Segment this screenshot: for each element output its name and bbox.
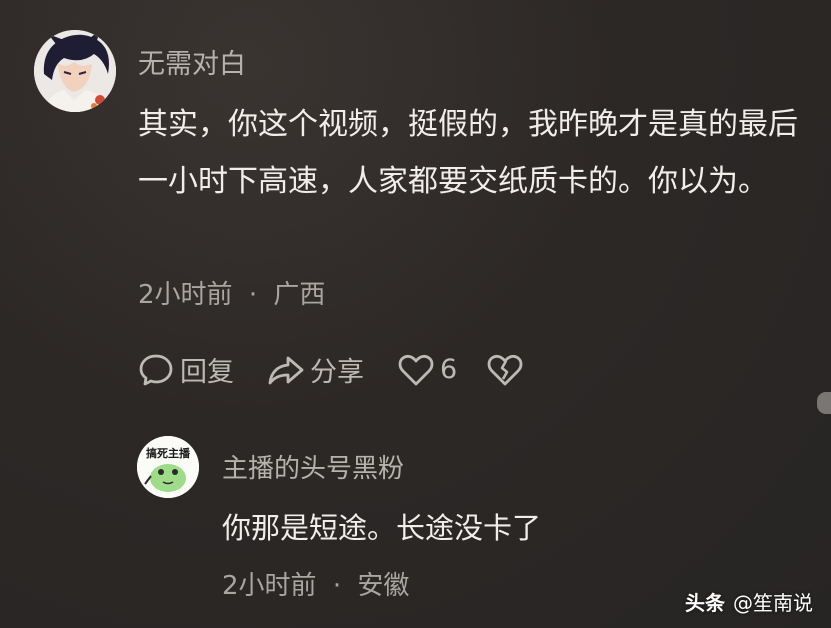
share-arrow-icon	[268, 356, 304, 384]
reply-text: 你那是短途。长途没卡了	[222, 511, 542, 545]
heart-icon	[398, 354, 434, 385]
comment-location: 广西	[273, 280, 326, 310]
dislike-button[interactable]	[487, 353, 523, 387]
reply-username[interactable]: 主播的头号黑粉	[222, 448, 404, 485]
like-count: 6	[440, 354, 458, 385]
reply-avatar[interactable]: 搞死主播	[137, 436, 199, 498]
watermark-handle: @笙南说	[733, 591, 813, 615]
reply-location: 安徽	[357, 571, 410, 601]
comment-username[interactable]: 无需对白	[138, 42, 246, 81]
reply-time: 2小时前	[222, 571, 317, 601]
comment-time: 2小时前	[138, 280, 233, 310]
scrollbar-thumb[interactable]	[817, 392, 831, 414]
speech-bubble-icon	[139, 354, 173, 385]
reply-meta: 2小时前 · 安徽	[222, 565, 409, 602]
reply-button[interactable]: 回复	[138, 350, 234, 389]
meta-separator: ·	[332, 571, 342, 601]
like-button[interactable]: 6	[398, 353, 457, 387]
broken-heart-icon	[487, 354, 523, 385]
comment-meta: 2小时前 · 广西	[138, 274, 325, 311]
meta-separator: ·	[248, 280, 258, 310]
watermark: 头条 @笙南说	[685, 587, 813, 616]
watermark-brand: 头条	[685, 591, 725, 615]
share-button[interactable]: 分享	[266, 350, 364, 389]
reply-label: 回复	[180, 357, 234, 388]
comment-text: 其实，你这个视频，挺假的，我昨晚才是真的最后一小时下高速，人家都要交纸质卡的。你…	[138, 107, 798, 199]
share-label: 分享	[310, 357, 364, 388]
avatar-caption: 搞死主播	[146, 447, 190, 460]
avatar[interactable]	[34, 30, 116, 112]
anime-character-avatar-image	[34, 30, 116, 112]
comment-actions: 回复 分享 6	[138, 350, 523, 389]
